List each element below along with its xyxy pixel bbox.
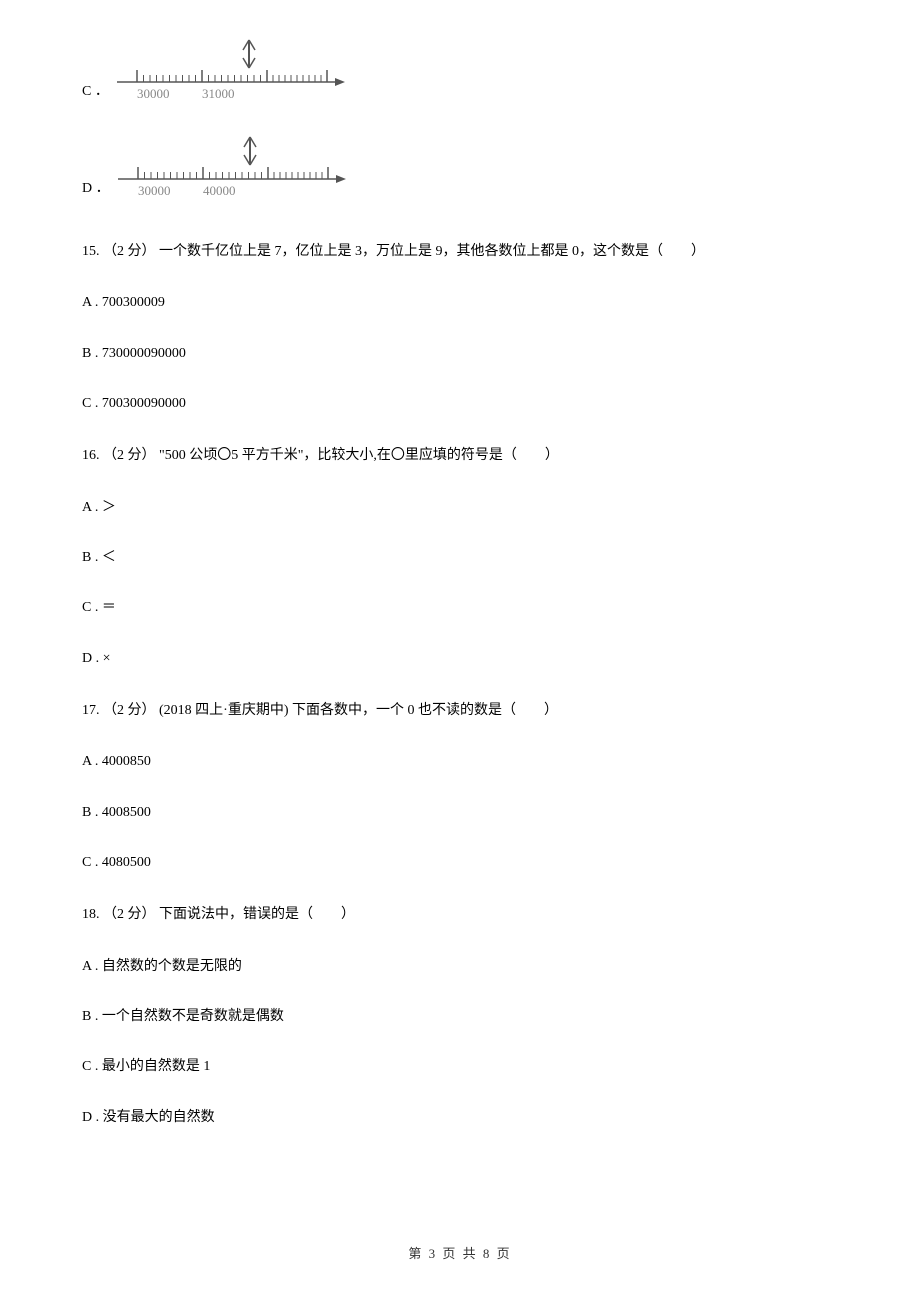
numberline-option-c: C ． (82, 30, 838, 102)
q15-stem: 15. （2 分） 一个数千亿位上是 7，亿位上是 3，万位上是 9，其他各数位… (82, 239, 838, 264)
option-label-c: C ． (82, 80, 109, 102)
q17-option-a: A . 4000850 (82, 751, 838, 773)
q18-option-d: D . 没有最大的自然数 (82, 1107, 838, 1129)
q17-option-b: B . 4008500 (82, 802, 838, 824)
q18-option-c: C . 最小的自然数是 1 (82, 1056, 838, 1078)
q15-option-b: B . 730000090000 (82, 343, 838, 365)
q16-stem: 16. （2 分） "500 公顷〇5 平方千米"，比较大小,在〇里应填的符号是… (82, 443, 838, 468)
numberline-c-right-label: 31000 (202, 86, 235, 101)
q18-option-b: B . 一个自然数不是奇数就是偶数 (82, 1006, 838, 1028)
q15-option-c: C . 700300090000 (82, 393, 838, 415)
q16-option-a: A . ＞ (82, 497, 838, 519)
q17-option-c: C . 4080500 (82, 852, 838, 874)
numberline-d-graphic: 30000 40000 (118, 127, 348, 199)
page-footer: 第 3 页 共 8 页 (0, 1243, 920, 1262)
numberline-option-d: D ． (82, 127, 838, 199)
q15-option-a: A . 700300009 (82, 292, 838, 314)
q17-stem: 17. （2 分） (2018 四上·重庆期中) 下面各数中，一个 0 也不读的… (82, 698, 838, 723)
q18-stem: 18. （2 分） 下面说法中，错误的是（ ） (82, 902, 838, 927)
numberline-d-left-label: 30000 (138, 183, 171, 198)
numberline-c-left-label: 30000 (137, 86, 170, 101)
q16-option-d: D . × (82, 648, 838, 670)
q16-option-b: B . ＜ (82, 547, 838, 569)
numberline-d-right-label: 40000 (203, 183, 236, 198)
q16-option-c: C . ＝ (82, 597, 838, 619)
q18-option-a: A . 自然数的个数是无限的 (82, 956, 838, 978)
numberline-c-graphic: 30000 31000 (117, 30, 347, 102)
option-label-d: D ． (82, 177, 110, 199)
